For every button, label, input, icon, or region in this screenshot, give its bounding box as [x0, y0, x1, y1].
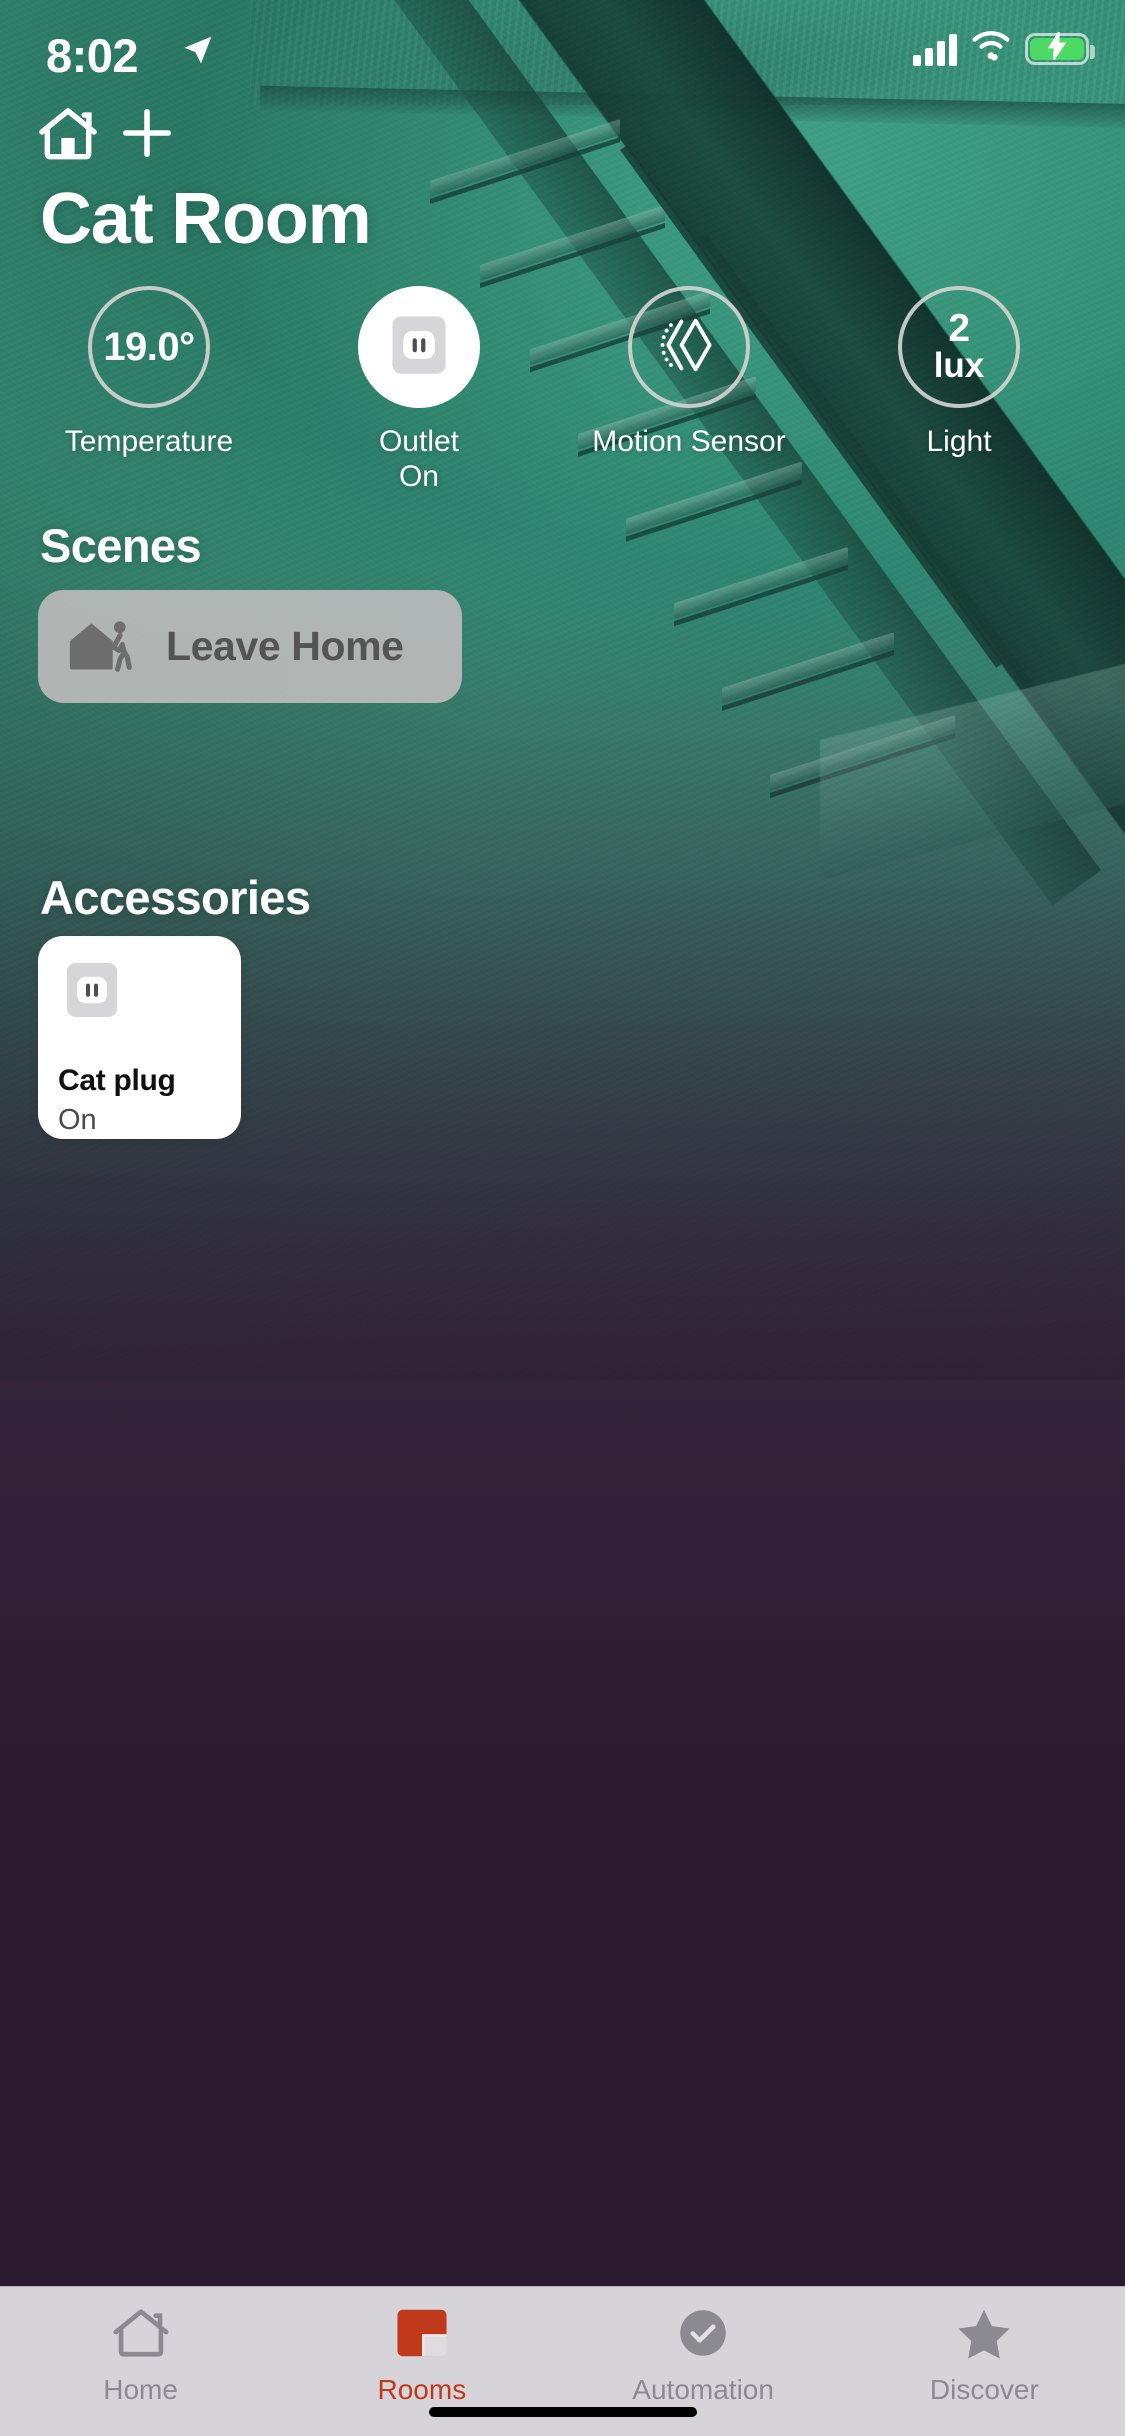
leave-home-icon [64, 607, 142, 686]
status-label-light: Light [926, 425, 992, 458]
page-title: Cat Room [40, 179, 372, 259]
scenes-heading: Scenes [40, 519, 202, 572]
light-circle: 2 lux [898, 286, 1020, 408]
tab-label-rooms: Rooms [377, 2374, 467, 2405]
outlet-icon [385, 311, 453, 384]
home-icon [110, 2306, 172, 2365]
scene-card-leave-home[interactable]: Leave Home [38, 590, 462, 703]
cellular-bars-icon [913, 32, 957, 66]
status-label-temperature: Temperature [64, 425, 234, 458]
light-unit: lux [933, 346, 985, 386]
home-indicator[interactable] [428, 2407, 697, 2417]
light-value: 2 [948, 307, 970, 351]
tab-label-home: Home [103, 2374, 178, 2405]
tab-home[interactable]: Home [0, 2287, 281, 2436]
automation-clock-icon [674, 2306, 732, 2365]
status-label-outlet: Outlet On [379, 425, 459, 494]
plus-icon[interactable] [118, 103, 176, 168]
temperature-value: 19.0° [103, 325, 195, 369]
status-temperature[interactable]: 19.0° Temperature [14, 286, 284, 494]
star-icon [955, 2306, 1013, 2365]
outlet-icon [60, 958, 124, 1027]
accessory-name: Cat plug [58, 1064, 176, 1097]
motion-sensor-circle [628, 286, 750, 408]
accessory-card-cat-plug[interactable]: Cat plug On [38, 936, 241, 1139]
tab-discover[interactable]: Discover [844, 2287, 1125, 2436]
app-screen: 8:02 Cat Room 19.0° Temperature Outlet O… [0, 0, 1125, 2436]
tab-label-automation: Automation [632, 2374, 774, 2405]
outlet-label-text: Outlet [378, 425, 460, 458]
status-bar: 8:02 [0, 0, 1125, 110]
wifi-icon [970, 30, 1012, 67]
accessories-heading: Accessories [40, 871, 311, 924]
status-label-motion-sensor: Motion Sensor [592, 425, 786, 458]
temperature-circle: 19.0° [88, 286, 210, 408]
location-arrow-icon [180, 32, 216, 73]
outlet-circle [358, 286, 480, 408]
background-gradient-bottom [0, 1380, 1125, 1920]
status-light[interactable]: 2 lux Light [824, 286, 1094, 494]
accessory-state: On [58, 1104, 97, 1136]
outlet-state-text: On [398, 459, 439, 493]
scene-label: Leave Home [166, 623, 404, 669]
battery-charging-icon [1025, 29, 1095, 65]
status-bar-time: 8:02 [46, 29, 139, 82]
motion-sensor-icon [654, 310, 724, 385]
status-outlet[interactable]: Outlet On [284, 286, 554, 494]
status-motion-sensor[interactable]: Motion Sensor [554, 286, 824, 494]
tab-label-discover: Discover [929, 2374, 1039, 2405]
rooms-icon [393, 2306, 451, 2365]
room-status-row: 19.0° Temperature Outlet On Motion Senso… [0, 286, 1125, 494]
home-icon[interactable] [36, 103, 100, 170]
